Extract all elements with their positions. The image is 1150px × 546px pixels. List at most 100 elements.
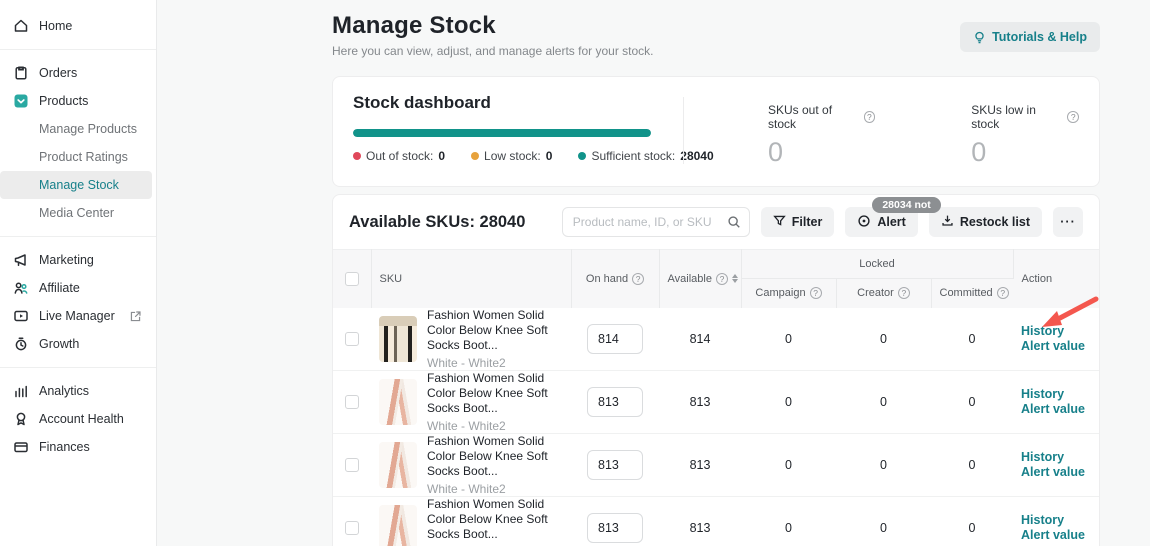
creator-value: 0: [836, 308, 931, 371]
history-link[interactable]: History: [1021, 513, 1091, 528]
campaign-value: 0: [741, 434, 836, 497]
sidebar-item-label: Media Center: [39, 206, 142, 220]
sidebar-item-label: Live Manager: [39, 309, 129, 323]
sidebar-item-live-manager[interactable]: Live Manager: [0, 302, 152, 330]
sort-icon[interactable]: [732, 274, 738, 283]
col-header-campaign[interactable]: Campaign?: [741, 279, 836, 308]
sidebar-item-manage-products[interactable]: Manage Products: [0, 115, 152, 143]
available-value: 813: [659, 371, 741, 434]
history-link[interactable]: History: [1021, 387, 1091, 402]
help-icon[interactable]: ?: [810, 287, 822, 299]
help-icon[interactable]: ?: [1067, 111, 1079, 123]
alert-value-link[interactable]: Alert value: [1021, 465, 1091, 480]
committed-value: 0: [931, 308, 1013, 371]
sidebar-item-label: Orders: [39, 66, 142, 80]
tutorials-help-button[interactable]: Tutorials & Help: [960, 22, 1100, 52]
alert-value-link[interactable]: Alert value: [1021, 402, 1091, 417]
on-hand-input[interactable]: [587, 450, 643, 480]
search-box: [562, 207, 750, 237]
product-cell: Fashion Women Solid Color Below Knee Sof…: [379, 308, 563, 370]
row-checkbox[interactable]: [345, 458, 359, 472]
sidebar-item-growth[interactable]: Growth: [0, 330, 152, 358]
stat-value: 0: [971, 137, 1079, 168]
campaign-value: 0: [741, 371, 836, 434]
sidebar-item-label: Manage Products: [39, 122, 142, 136]
sidebar-item-account-health[interactable]: Account Health: [0, 405, 152, 433]
creator-value: 0: [836, 434, 931, 497]
search-icon[interactable]: [727, 215, 741, 234]
alert-value-link[interactable]: Alert value: [1021, 339, 1091, 354]
product-variant: White - White2: [427, 482, 563, 496]
on-hand-input[interactable]: [587, 513, 643, 543]
help-icon[interactable]: ?: [632, 273, 644, 285]
stock-dashboard-left: Stock dashboard Out of stock: 0 Low stoc…: [353, 93, 683, 168]
account-health-icon: [13, 411, 29, 427]
page-title: Manage Stock: [332, 12, 960, 40]
on-hand-input[interactable]: [587, 387, 643, 417]
sidebar-item-product-ratings[interactable]: Product Ratings: [0, 143, 152, 171]
creator-value: 0: [836, 497, 931, 546]
help-icon[interactable]: ?: [716, 273, 728, 285]
available-skus-card: Available SKUs: 28040 Filter 28034 not A…: [332, 194, 1100, 546]
stock-dashboard-title: Stock dashboard: [353, 93, 683, 113]
search-input[interactable]: [562, 207, 750, 237]
filter-button[interactable]: Filter: [761, 207, 835, 237]
select-all-checkbox[interactable]: [345, 272, 359, 286]
col-header-creator[interactable]: Creator?: [836, 279, 931, 308]
sidebar-item-finances[interactable]: Finances: [0, 433, 152, 461]
restock-list-button[interactable]: Restock list: [929, 207, 1042, 237]
orders-icon: [13, 65, 29, 81]
history-link[interactable]: History: [1021, 450, 1091, 465]
low-stock-dot: [471, 152, 479, 160]
dashboard-stats: SKUs out of stock? 0 SKUs low in stock? …: [684, 93, 1079, 168]
sidebar-item-label: Account Health: [39, 412, 142, 426]
product-name: Fashion Women Solid Color Below Knee Sof…: [427, 308, 563, 353]
stock-table-body: Fashion Women Solid Color Below Knee Sof…: [333, 308, 1099, 546]
page-titles: Manage Stock Here you can view, adjust, …: [332, 12, 960, 58]
creator-value: 0: [836, 371, 931, 434]
sidebar-item-label: Products: [39, 94, 142, 108]
sidebar-item-home[interactable]: Home: [0, 12, 152, 40]
col-header-on-hand[interactable]: On hand?: [571, 250, 659, 308]
campaign-value: 0: [741, 308, 836, 371]
help-icon[interactable]: ?: [864, 111, 876, 123]
col-header-committed[interactable]: Committed?: [931, 279, 1013, 308]
sidebar-item-media-center[interactable]: Media Center: [0, 199, 152, 227]
sidebar-item-label: Finances: [39, 440, 142, 454]
sidebar-item-label: Growth: [39, 337, 142, 351]
row-checkbox[interactable]: [345, 521, 359, 535]
stat-value: 0: [768, 137, 875, 168]
sidebar-item-marketing[interactable]: Marketing: [0, 246, 152, 274]
sidebar-item-products[interactable]: Products: [0, 87, 152, 115]
stat-skus-out-of-stock: SKUs out of stock? 0: [768, 103, 875, 168]
row-checkbox[interactable]: [345, 395, 359, 409]
product-variant: White - White2: [427, 419, 563, 433]
sidebar-item-label: Affiliate: [39, 281, 142, 295]
sidebar: Home Orders Products Manage Products Product…: [0, 0, 157, 546]
stock-progress-fill: [353, 129, 651, 137]
row-checkbox[interactable]: [345, 332, 359, 346]
sidebar-item-manage-stock[interactable]: Manage Stock: [0, 171, 152, 199]
help-icon[interactable]: ?: [997, 287, 1009, 299]
more-actions-button[interactable]: ···: [1053, 207, 1083, 237]
col-header-available[interactable]: Available?: [659, 250, 741, 308]
on-hand-input[interactable]: [587, 324, 643, 354]
product-cell: Fashion Women Solid Color Below Knee Sof…: [379, 497, 563, 546]
product-thumbnail: [379, 505, 417, 546]
sidebar-item-label: Product Ratings: [39, 150, 142, 164]
col-header-sku[interactable]: SKU: [371, 250, 571, 308]
alert-count-badge: 28034 not: [872, 197, 940, 213]
sidebar-item-analytics[interactable]: Analytics: [0, 377, 152, 405]
help-icon[interactable]: ?: [898, 287, 910, 299]
alert-value-link[interactable]: Alert value: [1021, 528, 1091, 543]
product-name: Fashion Women Solid Color Below Knee Sof…: [427, 434, 563, 479]
product-cell: Fashion Women Solid Color Below Knee Sof…: [379, 371, 563, 433]
committed-value: 0: [931, 497, 1013, 546]
legend-low-stock: Low stock: 0: [471, 149, 552, 163]
sidebar-item-orders[interactable]: Orders: [0, 59, 152, 87]
sidebar-item-affiliate[interactable]: Affiliate: [0, 274, 152, 302]
affiliate-icon: [13, 280, 29, 296]
history-link[interactable]: History: [1021, 324, 1091, 339]
stock-legend: Out of stock: 0 Low stock: 0 Sufficient …: [353, 149, 683, 163]
product-cell: Fashion Women Solid Color Below Knee Sof…: [379, 434, 563, 496]
